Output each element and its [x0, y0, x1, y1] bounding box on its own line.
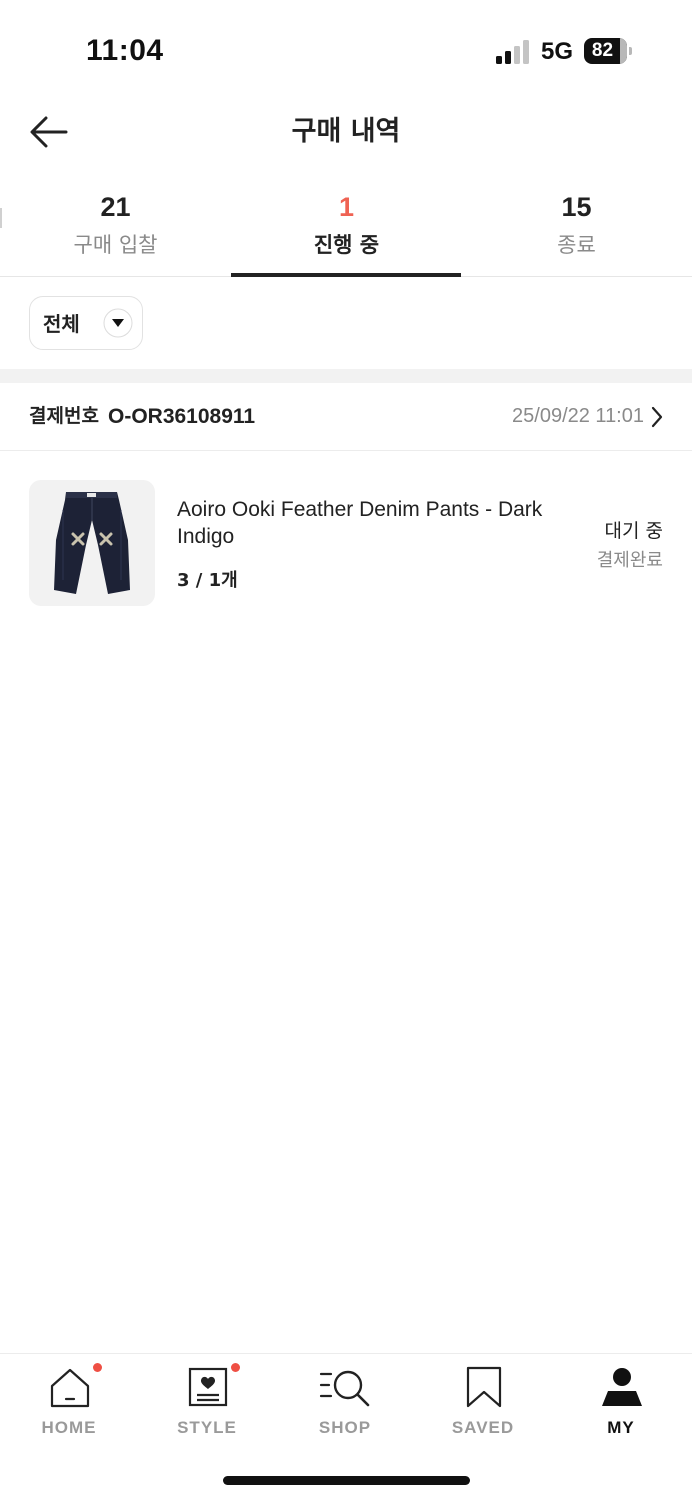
tab-label: 종료: [557, 233, 596, 257]
nav-label: SAVED: [451, 1418, 515, 1437]
notification-dot: [93, 1363, 102, 1372]
status-bar: 11:04 5G 82: [0, 0, 692, 100]
header: 구매 내역: [0, 100, 692, 164]
notification-dot: [231, 1363, 240, 1372]
nav-label: STYLE: [177, 1418, 237, 1437]
order-item[interactable]: Aoiro Ooki Feather Denim Pants - Dark In…: [0, 470, 692, 620]
tab-in-progress[interactable]: 1 진행 중: [231, 186, 462, 276]
bookmark-icon: [466, 1366, 502, 1408]
nav-label: SHOP: [318, 1418, 372, 1437]
status-time: 11:04: [86, 34, 164, 67]
order-date: 25/09/22 11:01: [512, 405, 644, 427]
tab-count: 15: [561, 192, 592, 222]
nav-label: HOME: [41, 1418, 97, 1437]
battery-icon: 82: [584, 38, 632, 64]
tab-bidding[interactable]: 21 구매 입찰: [0, 186, 231, 276]
tab-label: 진행 중: [313, 233, 380, 257]
nav-style[interactable]: STYLE: [138, 1354, 276, 1454]
page-title: 구매 내역: [291, 116, 401, 147]
profile-icon: [602, 1368, 642, 1406]
nav-saved[interactable]: SAVED: [414, 1354, 552, 1454]
battery-level: 82: [591, 40, 614, 61]
product-image: [29, 480, 155, 606]
filter-dropdown[interactable]: 전체: [29, 296, 143, 350]
cellular-signal-icon: [496, 40, 529, 64]
shop-search-icon: [319, 1370, 370, 1407]
battery-body: 82: [584, 38, 627, 64]
payment-status: 결제완료: [596, 550, 663, 571]
network-type: 5G: [541, 38, 574, 65]
order-number: O-OR36108911: [108, 405, 256, 428]
home-indicator[interactable]: [223, 1476, 470, 1485]
filter-selected-label: 전체: [43, 312, 80, 336]
tab-finished[interactable]: 15 종료: [461, 186, 692, 276]
bottom-navigation: HOME STYLE SHOP SAVED MY: [0, 1353, 692, 1454]
battery-empty-portion: [620, 38, 627, 64]
denim-pants-image: [54, 492, 130, 594]
nav-home[interactable]: HOME: [0, 1354, 138, 1454]
home-icon: [50, 1368, 90, 1408]
order-number-label: 결제번호: [29, 405, 99, 427]
nav-my[interactable]: MY: [552, 1354, 690, 1454]
product-quantity: 3 / 1개: [177, 570, 238, 591]
order-status: 대기 중: [604, 520, 663, 542]
caret-down-icon: [103, 308, 133, 338]
status-tabs: 21 구매 입찰 1 진행 중 15 종료: [0, 186, 692, 277]
battery-cap: [629, 47, 632, 55]
product-name: Aoiro Ooki Feather Denim Pants - Dark In…: [177, 498, 543, 548]
order-header[interactable]: 결제번호 O-OR36108911 25/09/22 11:01: [0, 383, 692, 451]
chevron-right-icon: [651, 406, 663, 428]
nav-label: MY: [607, 1418, 635, 1437]
tab-count: 1: [338, 192, 355, 222]
tab-label: 구매 입찰: [73, 233, 158, 257]
active-tab-indicator: [231, 273, 461, 277]
tab-count: 21: [100, 192, 131, 222]
nav-shop[interactable]: SHOP: [276, 1354, 414, 1454]
section-divider: [0, 369, 692, 383]
arrow-left-icon[interactable]: [26, 112, 72, 152]
style-icon: [188, 1367, 228, 1407]
